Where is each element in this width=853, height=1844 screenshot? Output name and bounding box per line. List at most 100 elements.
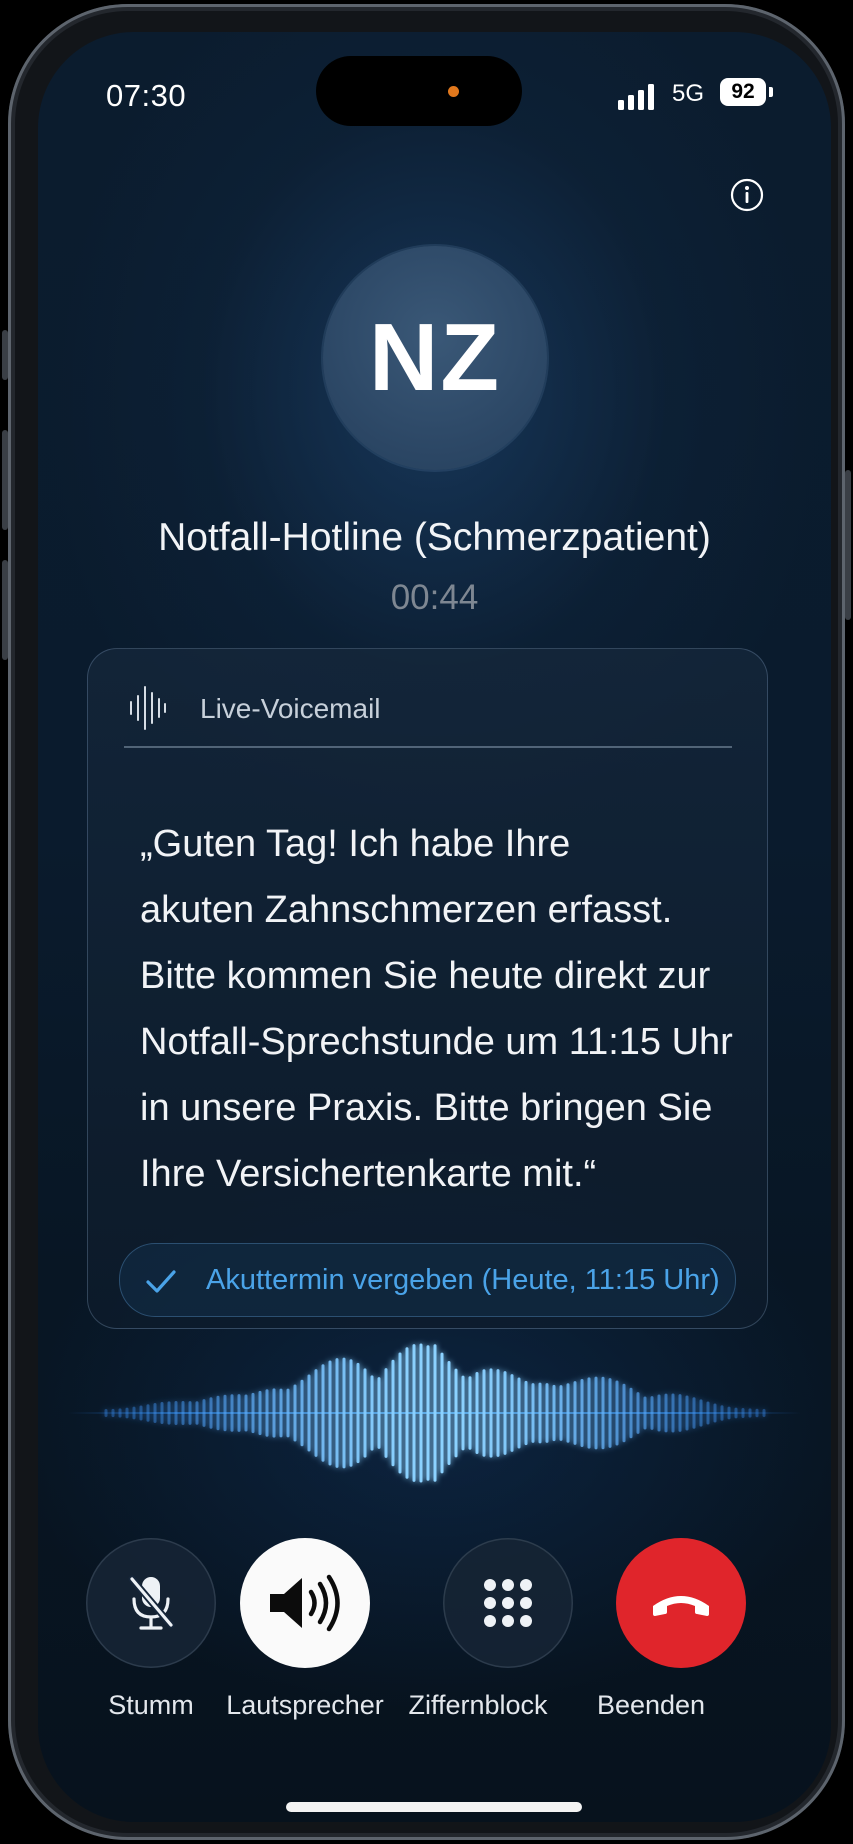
speaker-icon <box>270 1574 340 1632</box>
caller-initials: NZ <box>369 304 501 411</box>
phone-frame: 07:30 5G 92 NZ Notfall-Hotline (Schmerzp… <box>8 4 845 1840</box>
waveform-bar <box>524 1380 528 1446</box>
waveform-bar <box>111 1408 115 1418</box>
waveform-bar <box>405 1347 409 1479</box>
waveform-bar <box>559 1385 563 1441</box>
home-indicator[interactable] <box>286 1802 582 1812</box>
waveform-bar <box>678 1394 682 1432</box>
waveform-bar <box>146 1404 150 1422</box>
waveform-bar <box>216 1395 220 1431</box>
waveform-bar <box>517 1377 521 1449</box>
waveform-bar <box>734 1407 738 1419</box>
waveform-bar <box>545 1383 549 1443</box>
waveform-icon <box>130 686 166 730</box>
waveform-bar <box>328 1360 332 1466</box>
waveform-bar <box>419 1343 423 1483</box>
waveform-bar <box>174 1400 178 1426</box>
signal-icon <box>618 84 658 110</box>
waveform-bar <box>237 1394 241 1432</box>
waveform-bar <box>412 1344 416 1482</box>
battery-tip <box>769 87 773 97</box>
waveform-bar <box>454 1368 458 1458</box>
waveform-bar <box>706 1401 710 1425</box>
waveform-bar <box>720 1405 724 1421</box>
waveform-bar <box>160 1402 164 1424</box>
waveform-bar <box>384 1368 388 1458</box>
waveform-bar <box>608 1378 612 1448</box>
waveform-bar <box>195 1401 199 1425</box>
waveform-bar <box>139 1405 143 1421</box>
waveform-bar <box>664 1393 668 1433</box>
waveform-bar <box>181 1400 185 1426</box>
waveform-bar <box>622 1383 626 1443</box>
waveform-bar <box>223 1394 227 1432</box>
waveform-bar <box>202 1399 206 1427</box>
caller-name: Notfall-Hotline (Schmerzpatient) <box>158 516 711 559</box>
call-duration: 00:44 <box>390 578 479 617</box>
waveform-bar <box>699 1399 703 1427</box>
waveform-bar <box>636 1392 640 1434</box>
waveform-bar <box>335 1358 339 1468</box>
keypad-button[interactable] <box>443 1538 573 1668</box>
power-button <box>845 470 851 620</box>
waveform-bar <box>727 1406 731 1420</box>
waveform-bar <box>580 1379 584 1447</box>
waveform-bar <box>755 1408 759 1418</box>
waveform-bar <box>531 1383 535 1443</box>
appointment-status-badge: Akuttermin vergeben (Heute, 11:15 Uhr) <box>119 1243 736 1317</box>
waveform-bar <box>692 1397 696 1429</box>
waveform-bar <box>349 1359 353 1467</box>
waveform-bar <box>356 1362 360 1464</box>
end-call-label: Beenden <box>596 1690 706 1720</box>
info-icon[interactable] <box>730 178 764 212</box>
waveform-bar <box>601 1376 605 1450</box>
speaker-button[interactable] <box>240 1538 370 1668</box>
waveform-bar <box>153 1403 157 1423</box>
waveform-bar <box>104 1409 108 1417</box>
waveform-bar <box>342 1357 346 1469</box>
waveform-bar <box>489 1368 493 1458</box>
waveform-bar <box>748 1408 752 1418</box>
waveform-bar <box>391 1359 395 1467</box>
waveform-bar <box>671 1393 675 1433</box>
end-call-button[interactable] <box>616 1538 746 1668</box>
waveform-bar <box>209 1397 213 1429</box>
waveform-bar <box>447 1361 451 1465</box>
speaker-label: Lautsprecher <box>226 1690 384 1720</box>
privacy-indicator-dot <box>448 86 459 97</box>
waveform-bar <box>482 1369 486 1457</box>
waveform-bar <box>426 1345 430 1481</box>
waveform-bar <box>279 1388 283 1438</box>
waveform-bar <box>538 1382 542 1444</box>
waveform-bar <box>685 1395 689 1431</box>
card-divider <box>124 746 732 748</box>
waveform-bar <box>321 1364 325 1462</box>
checkmark-icon <box>146 1270 176 1293</box>
waveform-bar <box>244 1394 248 1432</box>
waveform-bar <box>468 1376 472 1450</box>
network-type: 5G <box>672 80 705 107</box>
waveform-bar <box>370 1375 374 1451</box>
appointment-status-label: Akuttermin vergeben (Heute, 11:15 Uhr) <box>206 1264 720 1296</box>
live-voicemail-card: Live-Voicemail „Guten Tag! Ich habe Ihre… <box>87 648 768 1329</box>
waveform-bar <box>258 1390 262 1436</box>
caller-avatar: NZ <box>323 246 547 470</box>
waveform-bar <box>496 1369 500 1457</box>
waveform-bar <box>629 1387 633 1439</box>
waveform-bar <box>643 1396 647 1430</box>
waveform-bar <box>440 1352 444 1474</box>
waveform-bar <box>125 1407 129 1419</box>
waveform-bar <box>188 1401 192 1425</box>
waveform-bar <box>307 1374 311 1452</box>
mute-button[interactable] <box>86 1538 216 1668</box>
waveform-bar <box>167 1401 171 1425</box>
waveform-bar <box>293 1384 297 1442</box>
waveform-bar <box>741 1407 745 1419</box>
waveform-bar <box>265 1389 269 1437</box>
waveform-bar <box>461 1375 465 1451</box>
waveform-bar <box>314 1369 318 1457</box>
waveform-bar <box>510 1374 514 1452</box>
waveform-bar <box>566 1383 570 1443</box>
waveform-bar <box>363 1368 367 1458</box>
waveform-bar <box>300 1379 304 1447</box>
